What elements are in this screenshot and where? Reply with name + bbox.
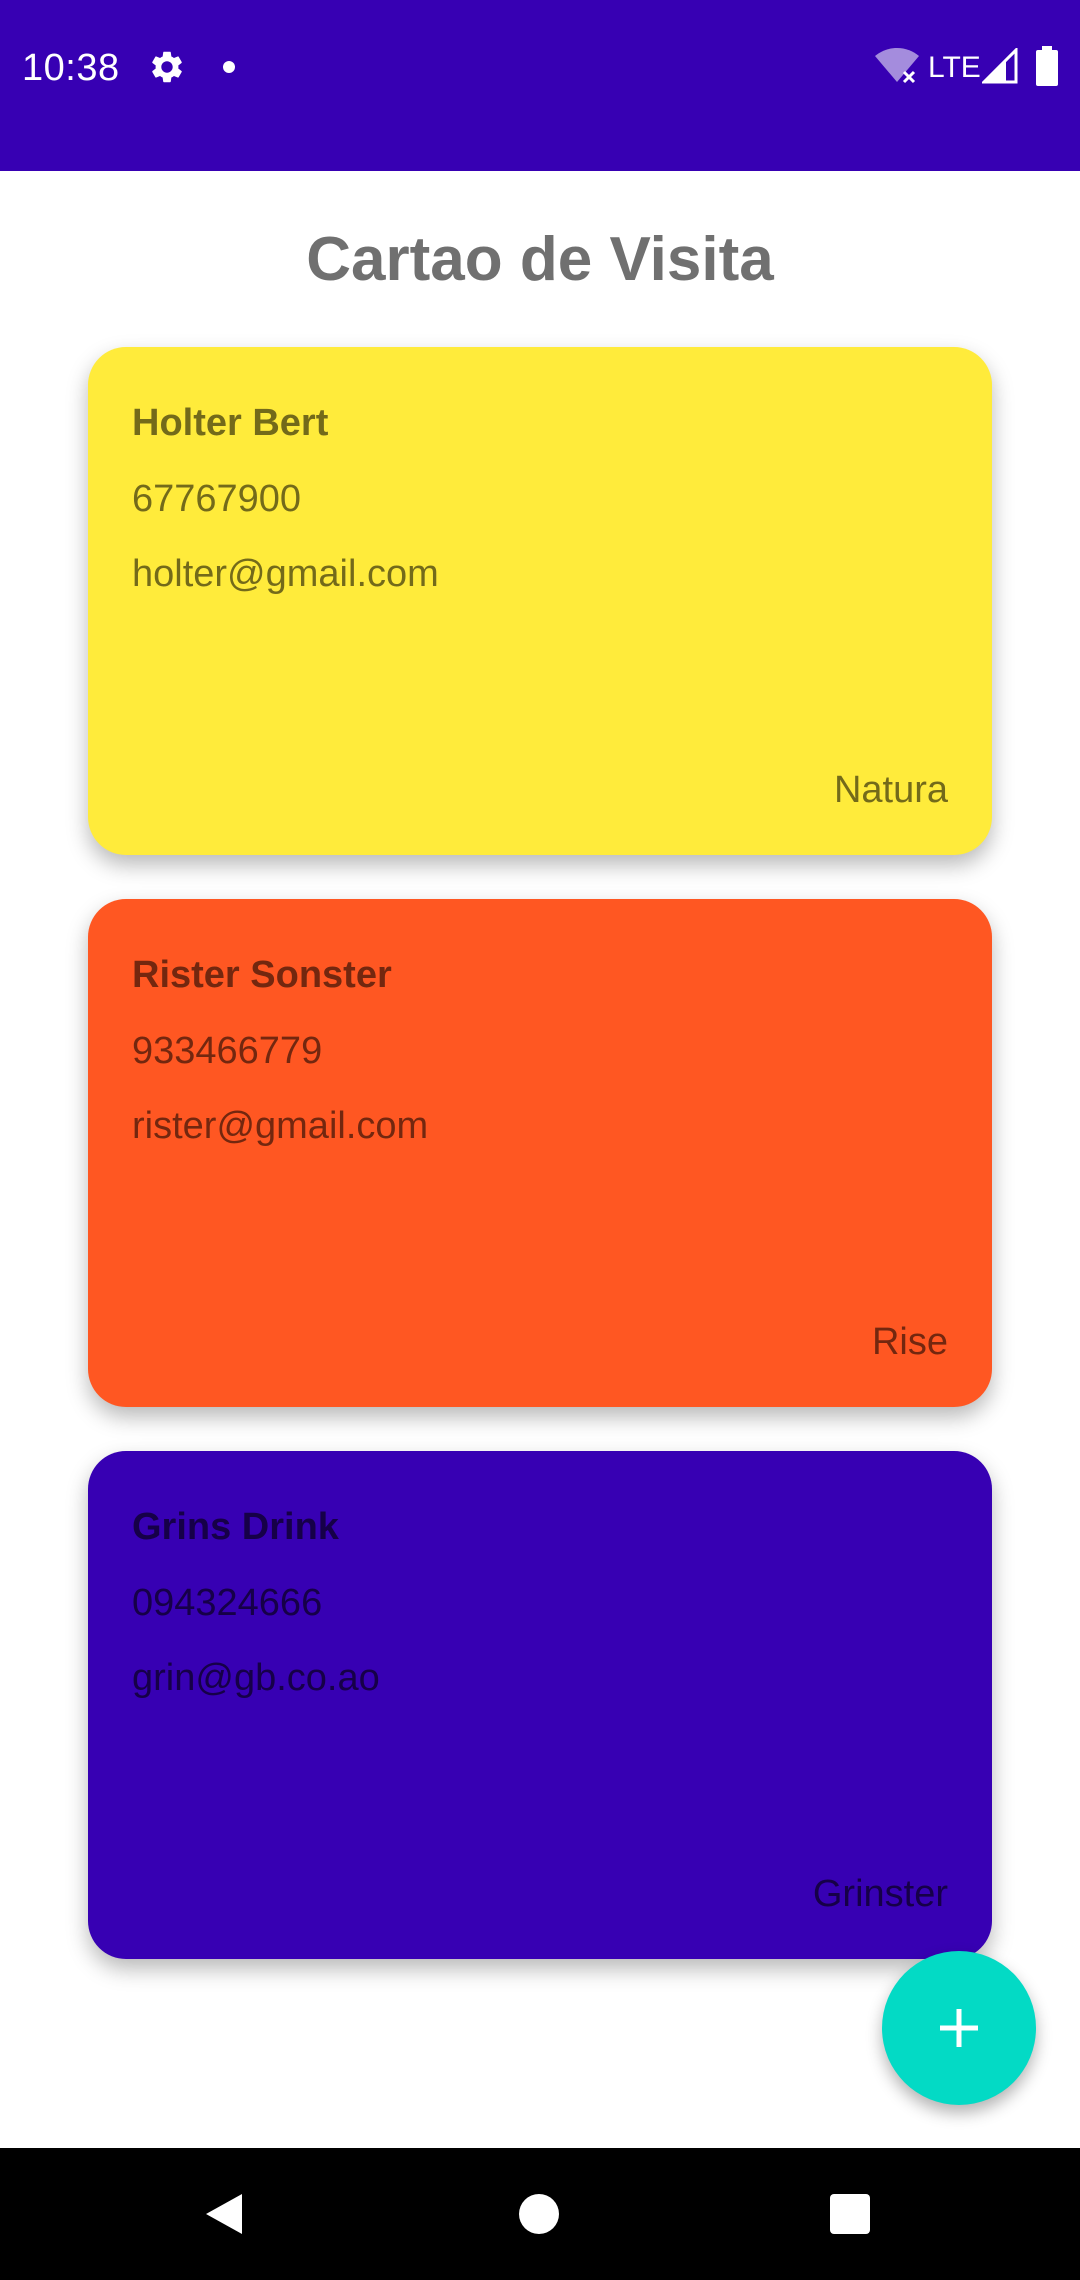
business-card[interactable]: Grins Drink 094324666 grin@gb.co.ao Grin… (88, 1451, 992, 1959)
card-email: rister@gmail.com (132, 1105, 429, 1147)
card-name: Holter Bert (132, 402, 329, 444)
recents-icon[interactable] (830, 2194, 870, 2234)
home-icon[interactable] (519, 2194, 559, 2234)
business-card[interactable]: Holter Bert 67767900 holter@gmail.com Na… (88, 347, 992, 855)
network-type-label: LTE (928, 51, 981, 84)
card-name: Rister Sonster (132, 954, 392, 996)
business-card[interactable]: Rister Sonster 933466779 rister@gmail.co… (88, 899, 992, 1407)
page-title: Cartao de Visita (306, 225, 774, 294)
card-company: Rise (871, 1321, 948, 1363)
plus-icon (940, 2009, 978, 2047)
cell-signal-icon (982, 48, 1018, 84)
navigation-bar (0, 2148, 1080, 2280)
notification-dot-icon (223, 61, 235, 73)
back-icon[interactable] (204, 2192, 244, 2236)
card-phone: 933466779 (132, 1030, 323, 1072)
wifi-off-icon (875, 48, 919, 84)
card-email: holter@gmail.com (132, 553, 439, 595)
status-time: 10:38 (22, 47, 120, 89)
card-company: Grinster (812, 1873, 948, 1915)
battery-icon (1036, 46, 1058, 86)
status-bar: 10:38 LTE (0, 0, 1080, 171)
card-name: Grins Drink (132, 1506, 339, 1548)
card-phone: 67767900 (132, 478, 302, 520)
add-card-button[interactable] (882, 1951, 1036, 2105)
card-company: Natura (833, 769, 948, 811)
gear-icon (152, 51, 182, 83)
card-email: grin@gb.co.ao (132, 1657, 380, 1699)
card-phone: 094324666 (132, 1582, 323, 1624)
